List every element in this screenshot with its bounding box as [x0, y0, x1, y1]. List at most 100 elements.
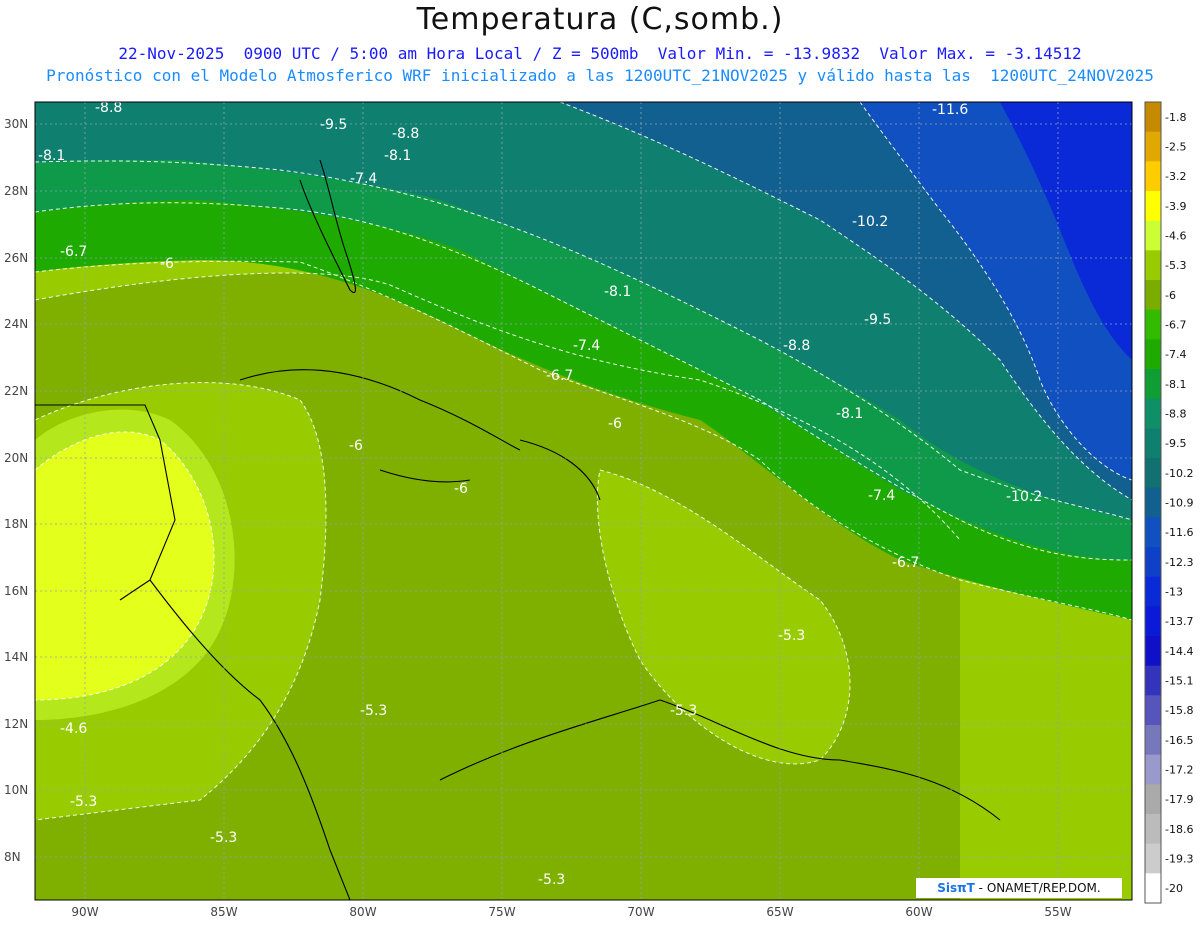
lat-label: 22N	[4, 384, 28, 398]
credit-text: - ONAMET/REP.DOM.	[974, 881, 1101, 895]
contour-label: -8.1	[384, 148, 411, 164]
colorbar-label: -18.6	[1165, 823, 1193, 836]
contour-label: -9.5	[864, 312, 891, 328]
colorbar-swatch	[1145, 873, 1161, 904]
colorbar-label: -15.8	[1165, 704, 1193, 717]
temperature-map: -8.8 -9.5 -8.8 -8.1 -8.1 -7.4 -11.6 -10.…	[4, 101, 1193, 919]
lat-label: 26N	[4, 251, 28, 265]
contour-label: -8.8	[783, 338, 810, 354]
contour-label: -6	[454, 481, 468, 497]
colorbar-swatch	[1145, 220, 1161, 251]
colorbar-swatch	[1145, 843, 1161, 874]
colorbar-swatch	[1145, 636, 1161, 667]
sispit-logo: SisπT	[937, 881, 975, 895]
colorbar-label: -9.5	[1165, 437, 1186, 450]
contour-label: -11.6	[932, 102, 968, 118]
colorbar-label: -19.3	[1165, 853, 1193, 866]
contour-label: -5.3	[670, 703, 697, 719]
colorbar-swatch	[1145, 250, 1161, 281]
colorbar-label: -12.3	[1165, 556, 1193, 569]
colorbar-label: -7.4	[1165, 348, 1186, 361]
lat-label: 8N	[4, 850, 21, 864]
lat-label: 24N	[4, 317, 28, 331]
shaded-field: -8.8 -9.5 -8.8 -8.1 -8.1 -7.4 -11.6 -10.…	[35, 102, 1132, 900]
colorbar-label: -11.6	[1165, 526, 1193, 539]
contour-label: -6.7	[546, 368, 573, 384]
lon-label: 90W	[71, 905, 98, 919]
contour-label: -5.3	[210, 830, 237, 846]
colorbar-label: -5.3	[1165, 259, 1186, 272]
colorbar-label: -10.9	[1165, 497, 1193, 510]
colorbar-swatch	[1145, 576, 1161, 607]
contour-label: -6	[608, 416, 622, 432]
colorbar-swatch	[1145, 309, 1161, 340]
lat-axis: 30N 28N 26N 24N 22N 20N 18N 16N 14N 12N …	[4, 117, 28, 864]
colorbar-swatch	[1145, 369, 1161, 400]
lon-label: 65W	[766, 905, 793, 919]
colorbar-swatch	[1145, 280, 1161, 311]
colorbar-swatch	[1145, 754, 1161, 785]
lon-label: 70W	[627, 905, 654, 919]
colorbar-label: -17.2	[1165, 764, 1193, 777]
lat-label: 10N	[4, 783, 28, 797]
contour-label: -10.2	[852, 214, 888, 230]
colorbar-label: -14.4	[1165, 645, 1193, 658]
contour-label: -6.7	[60, 244, 87, 260]
colorbar-label: -1.8	[1165, 111, 1186, 124]
colorbar-swatch	[1145, 606, 1161, 637]
lat-label: 12N	[4, 717, 28, 731]
colorbar-swatch	[1145, 102, 1161, 133]
contour-label: -10.2	[1006, 489, 1042, 505]
colorbar-label: -16.5	[1165, 734, 1193, 747]
colorbar-label: -15.1	[1165, 675, 1193, 688]
colorbar-label: -3.9	[1165, 200, 1186, 213]
lon-label: 60W	[905, 905, 932, 919]
contour-label: -4.6	[60, 721, 87, 737]
contour-label: -7.4	[350, 171, 377, 187]
contour-label: -5.3	[778, 628, 805, 644]
colorbar: -1.8 -2.5 -3.2 -3.9 -4.6 -5.3 -6 -6.7 -7.4 -8.1 -8…	[1144, 101, 1193, 904]
contour-label: -5.3	[360, 703, 387, 719]
colorbar-label: -2.5	[1165, 141, 1186, 154]
colorbar-label: -13	[1165, 586, 1183, 599]
colorbar-swatch	[1145, 547, 1161, 578]
colorbar-label: -6	[1165, 289, 1176, 302]
lon-axis: 90W 85W 80W 75W 70W 65W 60W 55W	[71, 905, 1071, 919]
contour-label: -6	[349, 438, 363, 454]
lat-label: 16N	[4, 584, 28, 598]
colorbar-label: -3.2	[1165, 170, 1186, 183]
contour-label: -5.3	[538, 872, 565, 888]
colorbar-swatch	[1145, 814, 1161, 845]
colorbar-label: -17.9	[1165, 793, 1193, 806]
lon-label: 80W	[349, 905, 376, 919]
lat-label: 20N	[4, 451, 28, 465]
colorbar-swatch	[1145, 517, 1161, 548]
contour-label: -7.4	[573, 338, 600, 354]
colorbar-swatch	[1145, 339, 1161, 370]
colorbar-swatch	[1145, 398, 1161, 429]
contour-label: -7.4	[868, 488, 895, 504]
colorbar-swatch	[1145, 458, 1161, 489]
contour-label: -6.7	[892, 555, 919, 571]
colorbar-swatch	[1145, 725, 1161, 756]
contour-label: -8.8	[392, 126, 419, 142]
contour-label: -8.1	[836, 406, 863, 422]
colorbar-label: -10.2	[1165, 467, 1193, 480]
contour-label: -5.3	[70, 794, 97, 810]
colorbar-swatch	[1145, 784, 1161, 815]
colorbar-swatch	[1145, 161, 1161, 192]
colorbar-swatch	[1145, 428, 1161, 459]
colorbar-label: -8.8	[1165, 408, 1186, 421]
contour-label: -8.1	[38, 148, 65, 164]
lon-label: 55W	[1044, 905, 1071, 919]
colorbar-label: -4.6	[1165, 230, 1186, 243]
contour-label: -6	[160, 256, 174, 272]
colorbar-label: -6.7	[1165, 319, 1186, 332]
lon-label: 85W	[210, 905, 237, 919]
credit-box: SisπT - ONAMET/REP.DOM.	[916, 878, 1122, 898]
lat-label: 18N	[4, 517, 28, 531]
colorbar-swatch	[1145, 191, 1161, 222]
contour-label: -8.1	[604, 284, 631, 300]
colorbar-label: -13.7	[1165, 615, 1193, 628]
lat-label: 28N	[4, 184, 28, 198]
